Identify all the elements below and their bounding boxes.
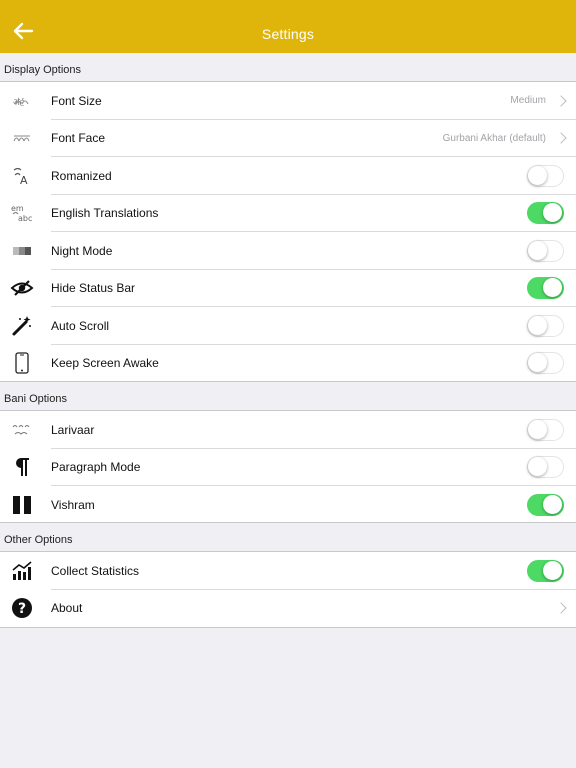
vishram-toggle[interactable] <box>527 493 564 516</box>
svg-text:?: ? <box>18 601 26 617</box>
vishram-row: Vishram <box>0 486 576 524</box>
auto-scroll-label: Auto Scroll <box>51 318 110 333</box>
auto-scroll-row: Auto Scroll <box>0 307 576 345</box>
svg-text:A: A <box>20 174 28 186</box>
english-translations-row: em abc English Translations <box>0 195 576 232</box>
question-circle-icon: ? <box>10 597 34 619</box>
hide-eye-icon <box>10 277 34 299</box>
pause-icon <box>10 494 34 516</box>
night-mode-label: Night Mode <box>51 243 113 258</box>
collect-statistics-toggle[interactable] <box>527 559 564 582</box>
larivaar-icon <box>10 419 34 441</box>
hide-status-bar-row: Hide Status Bar <box>0 270 576 307</box>
keep-screen-awake-label: Keep Screen Awake <box>51 356 159 371</box>
font-size-row[interactable]: ॳ੬ Font Size Medium <box>0 82 576 120</box>
section-header-display-options: Display Options <box>4 64 82 76</box>
paragraph-mode-row: Paragraph Mode <box>0 449 576 486</box>
font-face-label: Font Face <box>51 131 106 146</box>
font-size-value: Medium <box>510 95 546 107</box>
romanized-toggle[interactable] <box>527 164 564 187</box>
pilcrow-icon <box>10 456 34 478</box>
magic-wand-icon <box>10 315 34 337</box>
english-translations-icon: em abc <box>10 202 34 224</box>
font-size-label: Font Size <box>51 93 102 108</box>
larivaar-label: Larivaar <box>51 422 95 437</box>
romanized-label: Romanized <box>51 168 112 183</box>
statistics-chart-icon <box>10 560 34 582</box>
larivaar-row: Larivaar <box>0 411 576 449</box>
larivaar-toggle[interactable] <box>527 418 564 441</box>
auto-scroll-toggle[interactable] <box>527 314 564 337</box>
page-title: Settings <box>261 25 315 42</box>
font-face-value: Gurbani Akhar (default) <box>442 132 546 144</box>
vishram-label: Vishram <box>51 497 95 512</box>
night-mode-toggle[interactable] <box>527 239 564 262</box>
romanized-row: A Romanized <box>0 157 576 195</box>
romanized-icon: A <box>10 165 34 187</box>
keep-screen-awake-toggle[interactable] <box>527 352 564 375</box>
about-label: About <box>51 601 83 616</box>
hide-status-bar-toggle[interactable] <box>527 277 564 300</box>
chevron-right-icon <box>555 95 567 107</box>
nav-bar: Settings <box>0 0 576 53</box>
paragraph-mode-label: Paragraph Mode <box>51 460 141 475</box>
night-mode-row: Night Mode <box>0 232 576 270</box>
chevron-right-icon <box>555 602 567 614</box>
font-face-row[interactable]: Font Face Gurbani Akhar (default) <box>0 120 576 157</box>
phone-icon <box>10 352 34 374</box>
other-options-group: Collect Statistics ? About <box>0 551 576 628</box>
about-row[interactable]: ? About <box>0 590 576 628</box>
svg-text:em: em <box>11 204 24 213</box>
keep-screen-awake-row: Keep Screen Awake <box>0 345 576 383</box>
collect-statistics-label: Collect Statistics <box>51 563 140 578</box>
english-translations-label: English Translations <box>51 206 159 221</box>
display-options-group: ॳ੬ Font Size Medium Font Face Gurbani Ak… <box>0 81 576 382</box>
english-translations-toggle[interactable] <box>527 202 564 225</box>
night-mode-icon <box>10 240 34 262</box>
bani-options-group: Larivaar Paragraph Mode Vishram <box>0 410 576 523</box>
hide-status-bar-label: Hide Status Bar <box>51 281 136 296</box>
svg-text:abc: abc <box>18 214 32 223</box>
collect-statistics-row: Collect Statistics <box>0 552 576 590</box>
section-header-other-options: Other Options <box>4 534 73 546</box>
font-face-icon <box>10 127 34 149</box>
chevron-right-icon <box>555 132 567 144</box>
font-size-icon: ॳ੬ <box>10 90 34 112</box>
paragraph-mode-toggle[interactable] <box>527 456 564 479</box>
section-header-bani-options: Bani Options <box>4 393 67 405</box>
back-arrow-icon[interactable] <box>12 21 34 41</box>
